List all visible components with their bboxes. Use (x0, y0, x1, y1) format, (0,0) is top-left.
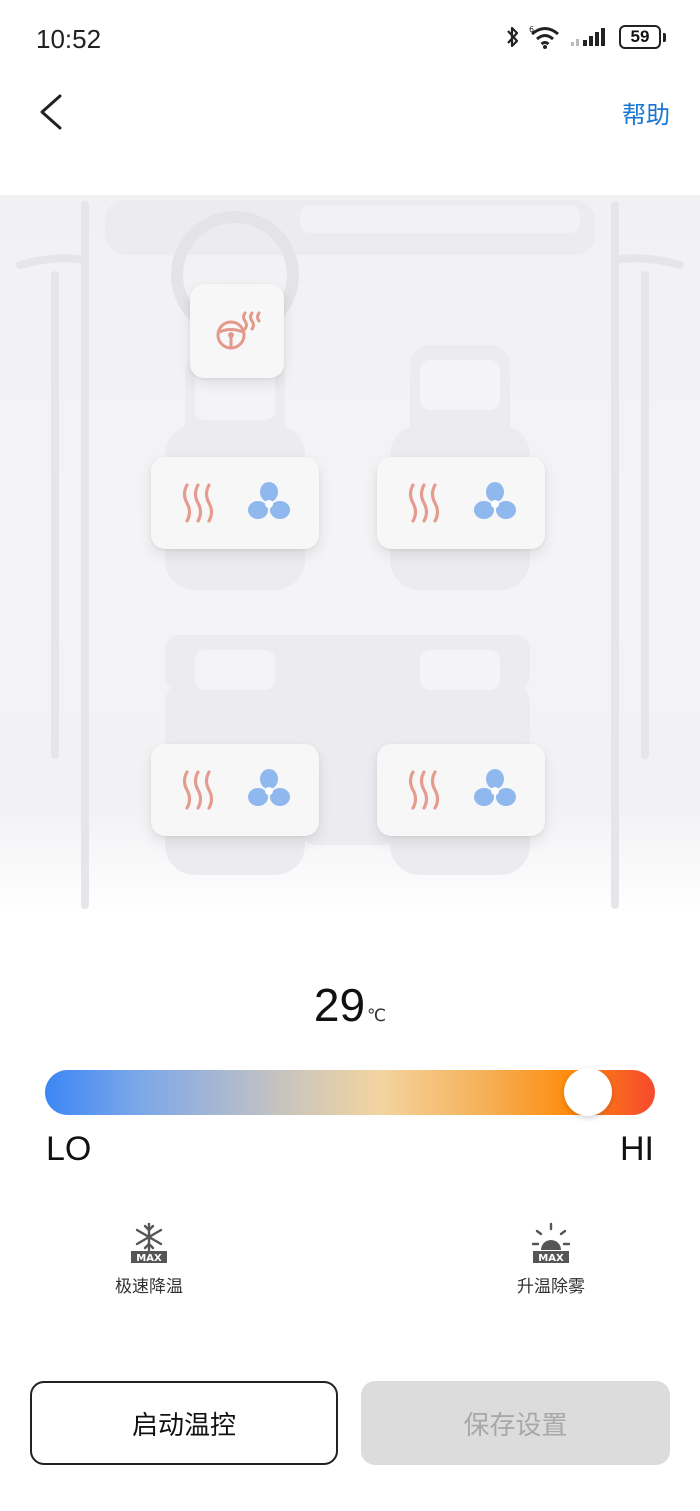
start-climate-label: 启动温控 (131, 1410, 236, 1441)
temperature-value: 29 (313, 979, 366, 1031)
seat-fan-icon[interactable] (247, 481, 291, 525)
seat-fan-icon[interactable] (473, 768, 517, 812)
help-link[interactable]: 帮助 (622, 95, 670, 130)
svg-text:6: 6 (529, 25, 534, 34)
defog-badge: MAX (538, 1253, 564, 1264)
slider-hi-label: HI (620, 1130, 654, 1168)
seat-fan-icon[interactable] (247, 768, 291, 812)
defog-button[interactable]: MAX 升温除雾 (471, 1222, 631, 1297)
back-icon[interactable] (36, 92, 76, 132)
car-seats-illustration (16, 200, 684, 909)
seat-heat-icon[interactable] (179, 768, 219, 812)
seat-heat-icon[interactable] (405, 481, 445, 525)
battery-icon: 59 (619, 25, 666, 49)
status-bar: 10:52 6 59 (0, 0, 700, 80)
temperature-slider-knob[interactable] (563, 1068, 612, 1116)
bluetooth-icon (507, 26, 519, 48)
save-settings-button[interactable]: 保存设置 (361, 1381, 670, 1465)
seat-fan-icon[interactable] (473, 481, 517, 525)
steering-wheel-heat-icon (216, 311, 261, 350)
status-time: 10:52 (36, 24, 102, 54)
seat-heat-icon[interactable] (405, 768, 445, 812)
battery-level: 59 (630, 27, 650, 46)
signal-icon (571, 28, 605, 46)
temperature-readout: 29 ℃ (0, 978, 700, 1032)
snowflake-max-icon: MAX (131, 1222, 167, 1264)
seat-heat-icon[interactable] (179, 481, 219, 525)
save-settings-label: 保存设置 (463, 1410, 568, 1441)
temperature-unit: ℃ (367, 1006, 387, 1026)
sun-max-icon: MAX (531, 1222, 571, 1264)
steering-wheel-heat-button[interactable] (190, 284, 284, 378)
system-icons: 6 59 (505, 24, 666, 50)
rapid-cool-label: 极速降温 (115, 1277, 183, 1297)
seat-card-rear-right (377, 744, 545, 836)
wifi-icon: 6 (529, 25, 559, 49)
seat-card-rear-left (151, 744, 319, 836)
seat-card-front-left (151, 457, 319, 549)
car-interior-view (0, 195, 700, 915)
slider-lo-label: LO (46, 1130, 92, 1168)
seat-card-front-right (377, 457, 545, 549)
defog-label: 升温除雾 (517, 1277, 585, 1297)
rapid-cool-button[interactable]: MAX 极速降温 (69, 1222, 229, 1297)
rapid-cool-badge: MAX (136, 1253, 162, 1264)
start-climate-button[interactable]: 启动温控 (30, 1381, 338, 1465)
